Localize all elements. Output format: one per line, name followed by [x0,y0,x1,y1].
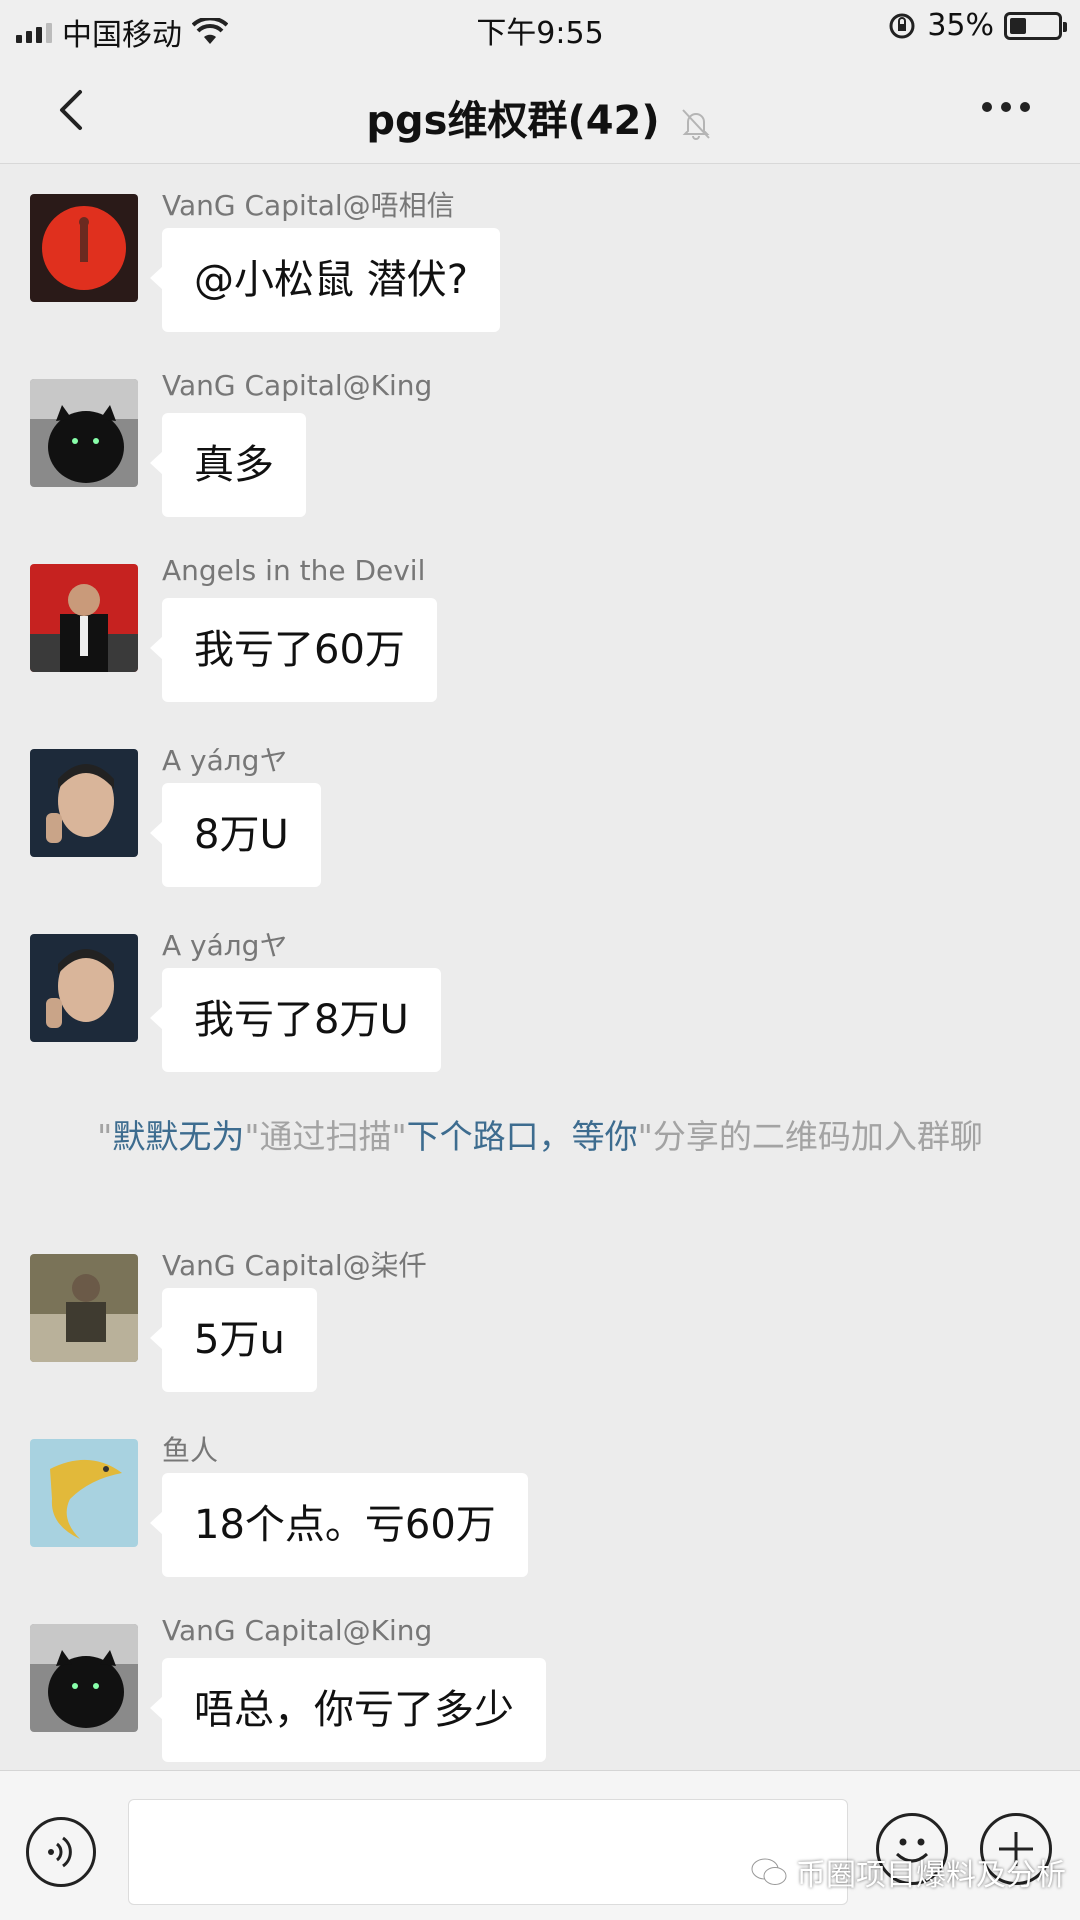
avatar[interactable] [30,194,138,302]
chat-area[interactable]: VanG Capital@唔相信 @小松鼠 潜伏? VanG Capital@K… [0,164,1080,1770]
sender-name: 鱼人 [162,1434,219,1467]
more-button[interactable] [982,102,1030,112]
message-bubble[interactable]: 唔总，你亏了多少 [150,1658,546,1762]
message-bubble[interactable]: 5万u [150,1288,317,1392]
sender-name: A yáлgヤ [162,744,288,777]
more-dot [1020,102,1030,112]
voice-button[interactable] [26,1817,96,1887]
system-notice: "默默无为"通过扫描"下个路口，等你"分享的二维码加入群聊 [90,1114,990,1160]
sender-name: VanG Capital@King [162,369,433,402]
message-item: A yáлgヤ 8万U [0,719,1080,887]
message-bubble[interactable]: 8万U [150,783,321,887]
chat-title: pgs维权群(42) [366,98,660,144]
status-bar: 中国移动 下午9:55 35% [0,0,1080,56]
avatar[interactable] [30,564,138,672]
sender-name: Angels in the Devil [162,554,426,587]
message-bubble[interactable]: 18个点。亏60万 [150,1473,528,1577]
message-item: A yáлgヤ 我亏了8万U [0,904,1080,1072]
orientation-lock-icon [889,13,915,38]
more-dot [982,102,992,112]
avatar[interactable] [30,1624,138,1732]
battery-icon [1004,11,1067,40]
message-item: VanG Capital@King 真多 [0,349,1080,517]
message-bubble[interactable]: 我亏了60万 [150,598,437,702]
notice-inviter[interactable]: 默默无为 [112,1117,244,1156]
avatar[interactable] [30,379,138,487]
sender-name: VanG Capital@King [162,1614,433,1647]
watermark-text: 币圈项目爆料及分析 [796,1858,1066,1893]
sender-name: VanG Capital@唔相信 [162,189,455,222]
message-item: VanG Capital@King 唔总，你亏了多少 [0,1594,1080,1762]
sender-name: A yáлgヤ [162,929,288,962]
chat-title-wrap: pgs维权群(42) [0,88,1080,146]
message-input[interactable] [128,1799,848,1905]
notice-middle: "通过扫描" [244,1117,407,1156]
bell-off-icon [681,109,710,140]
message-item: VanG Capital@柒仟 5万u [0,1224,1080,1392]
message-item: VanG Capital@唔相信 @小松鼠 潜伏? [0,164,1080,332]
avatar[interactable] [30,1254,138,1362]
message-bubble[interactable]: 真多 [150,413,306,517]
notice-referrer[interactable]: 下个路口，等你 [407,1117,638,1156]
message-bubble[interactable]: 我亏了8万U [150,968,441,1072]
battery-fill [1010,17,1027,34]
message-item: 鱼人 18个点。亏60万 [0,1409,1080,1577]
status-right: 35% [887,8,1067,43]
avatar[interactable] [30,1439,138,1547]
wechat-logo-icon [751,1858,787,1885]
message-item: Angels in the Devil 我亏了60万 [0,534,1080,702]
watermark: 币圈项目爆料及分析 [750,1850,1066,1894]
message-bubble[interactable]: @小松鼠 潜伏? [150,228,500,332]
sender-name: VanG Capital@柒仟 [162,1249,427,1282]
battery-percent: 35% [927,8,994,43]
notice-quote: " [97,1117,113,1156]
more-dot [1001,102,1011,112]
voice-icon [48,1836,72,1868]
input-bar [0,1770,1080,1920]
notice-tail: "分享的二维码加入群聊 [637,1117,983,1156]
nav-bar: pgs维权群(42) [0,56,1080,164]
avatar[interactable] [30,749,138,857]
avatar[interactable] [30,934,138,1042]
